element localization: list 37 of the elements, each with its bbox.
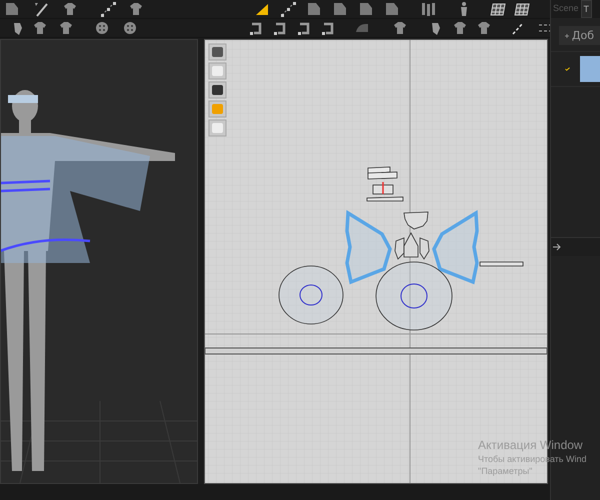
gradient-triangle-icon[interactable] bbox=[256, 4, 268, 15]
segment-tool-icon[interactable] bbox=[322, 22, 334, 35]
body-pose-icon[interactable] bbox=[14, 23, 22, 35]
polyline-points-icon[interactable] bbox=[101, 2, 116, 17]
pattern-piece-icon[interactable] bbox=[6, 3, 18, 15]
pattern-piece-icon[interactable] bbox=[308, 3, 320, 15]
body-pose-icon[interactable] bbox=[432, 23, 440, 35]
iron-icon[interactable] bbox=[356, 24, 368, 32]
fabric-thumbnail[interactable] bbox=[580, 56, 600, 82]
polyline-points-icon[interactable] bbox=[281, 2, 296, 17]
plus-icon bbox=[565, 32, 569, 40]
figure-icon[interactable] bbox=[461, 2, 467, 16]
activation-hint: "Параметры" bbox=[478, 466, 532, 476]
panel-tab[interactable]: T bbox=[580, 0, 592, 18]
3d-viewport[interactable] bbox=[0, 39, 198, 484]
segment-tool-icon[interactable] bbox=[250, 22, 262, 35]
long-strip-piece-drawing bbox=[480, 262, 524, 266]
waistband-piece-drawing bbox=[366, 196, 404, 202]
small-circle-skirt-piece-drawing bbox=[278, 266, 344, 324]
small-pattern-piece-drawing bbox=[372, 182, 394, 194]
segment-tool-icon[interactable] bbox=[298, 22, 310, 35]
pattern-piece-icon[interactable] bbox=[360, 3, 372, 15]
grid-icon[interactable] bbox=[514, 4, 530, 16]
vertical-bars-icon[interactable] bbox=[422, 3, 435, 16]
segment-tool-icon[interactable] bbox=[274, 22, 286, 35]
pen-icon[interactable] bbox=[35, 3, 48, 17]
pattern-piece-icon[interactable] bbox=[334, 3, 346, 15]
grid-icon[interactable] bbox=[490, 4, 506, 16]
pattern-strip-drawing bbox=[368, 166, 398, 180]
sewing-button-icon[interactable] bbox=[96, 22, 108, 34]
line-icon[interactable] bbox=[512, 22, 524, 34]
sewing-button-icon[interactable] bbox=[124, 22, 136, 34]
add-button[interactable]: Доб bbox=[559, 26, 600, 45]
pattern-piece-icon[interactable] bbox=[386, 3, 398, 15]
collar-piece-drawing bbox=[404, 212, 428, 230]
bodice-pieces-drawing bbox=[394, 232, 430, 260]
arrow-icon[interactable] bbox=[553, 243, 561, 251]
